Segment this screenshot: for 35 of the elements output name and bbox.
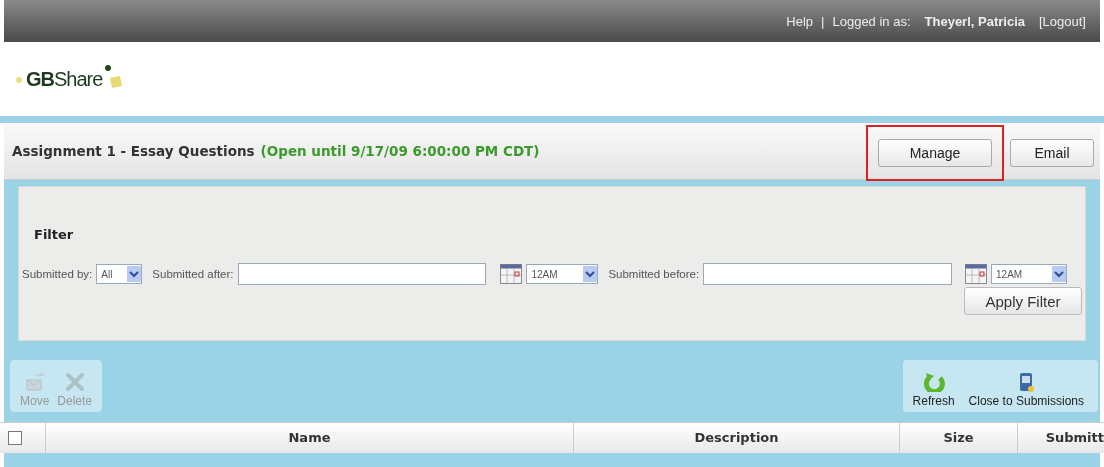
chevron-icon [127, 266, 142, 282]
dropdown[interactable]: All [96, 264, 143, 284]
assignment-title: Assignment 1 - Essay Questions [12, 143, 255, 159]
field-label: Submitted before: [608, 268, 700, 280]
filter-title: Filter [34, 227, 75, 242]
dropdown[interactable]: 12AM [526, 264, 599, 284]
date-input[interactable] [237, 263, 487, 285]
assignment-status: (Open until 9/17/09 6:00:00 PM CDT) [260, 143, 540, 159]
field-label: Submitted after: [152, 268, 234, 280]
apply-filter-button[interactable]: Apply Filter [964, 287, 1082, 315]
field-label: Submitted by: [22, 268, 93, 280]
toolbar-button[interactable]: Refresh [912, 372, 955, 408]
calendar-icon[interactable] [500, 264, 523, 284]
help-link[interactable]: Help [786, 13, 814, 29]
column-header[interactable]: Size [900, 423, 1018, 453]
column-header[interactable]: Submitt [1018, 423, 1104, 453]
date-input[interactable] [703, 263, 952, 285]
toolbar-button[interactable]: Close to Submissions [968, 372, 1084, 408]
column-header[interactable]: Description [574, 423, 900, 453]
chevron-icon [583, 266, 598, 282]
refresh-icon [922, 372, 945, 392]
separator-text: | [821, 13, 825, 29]
dropdown[interactable]: 12AM [991, 264, 1067, 284]
user-name: Theyerl, Patricia [924, 13, 1025, 29]
toolbar-button[interactable]: Email [1010, 139, 1094, 167]
column-header[interactable]: Name [46, 423, 574, 453]
logged-in-label: Logged in as: [832, 13, 911, 29]
chevron-icon [1052, 266, 1066, 282]
envelope-icon [23, 372, 46, 392]
x-icon [63, 372, 86, 392]
logo: GBShare [14, 64, 129, 94]
calendar-icon[interactable] [965, 264, 987, 284]
toolbar-button[interactable]: Manage [878, 139, 992, 167]
logout-link[interactable]: [Logout] [1039, 13, 1086, 29]
select-all-checkbox[interactable] [8, 431, 22, 445]
